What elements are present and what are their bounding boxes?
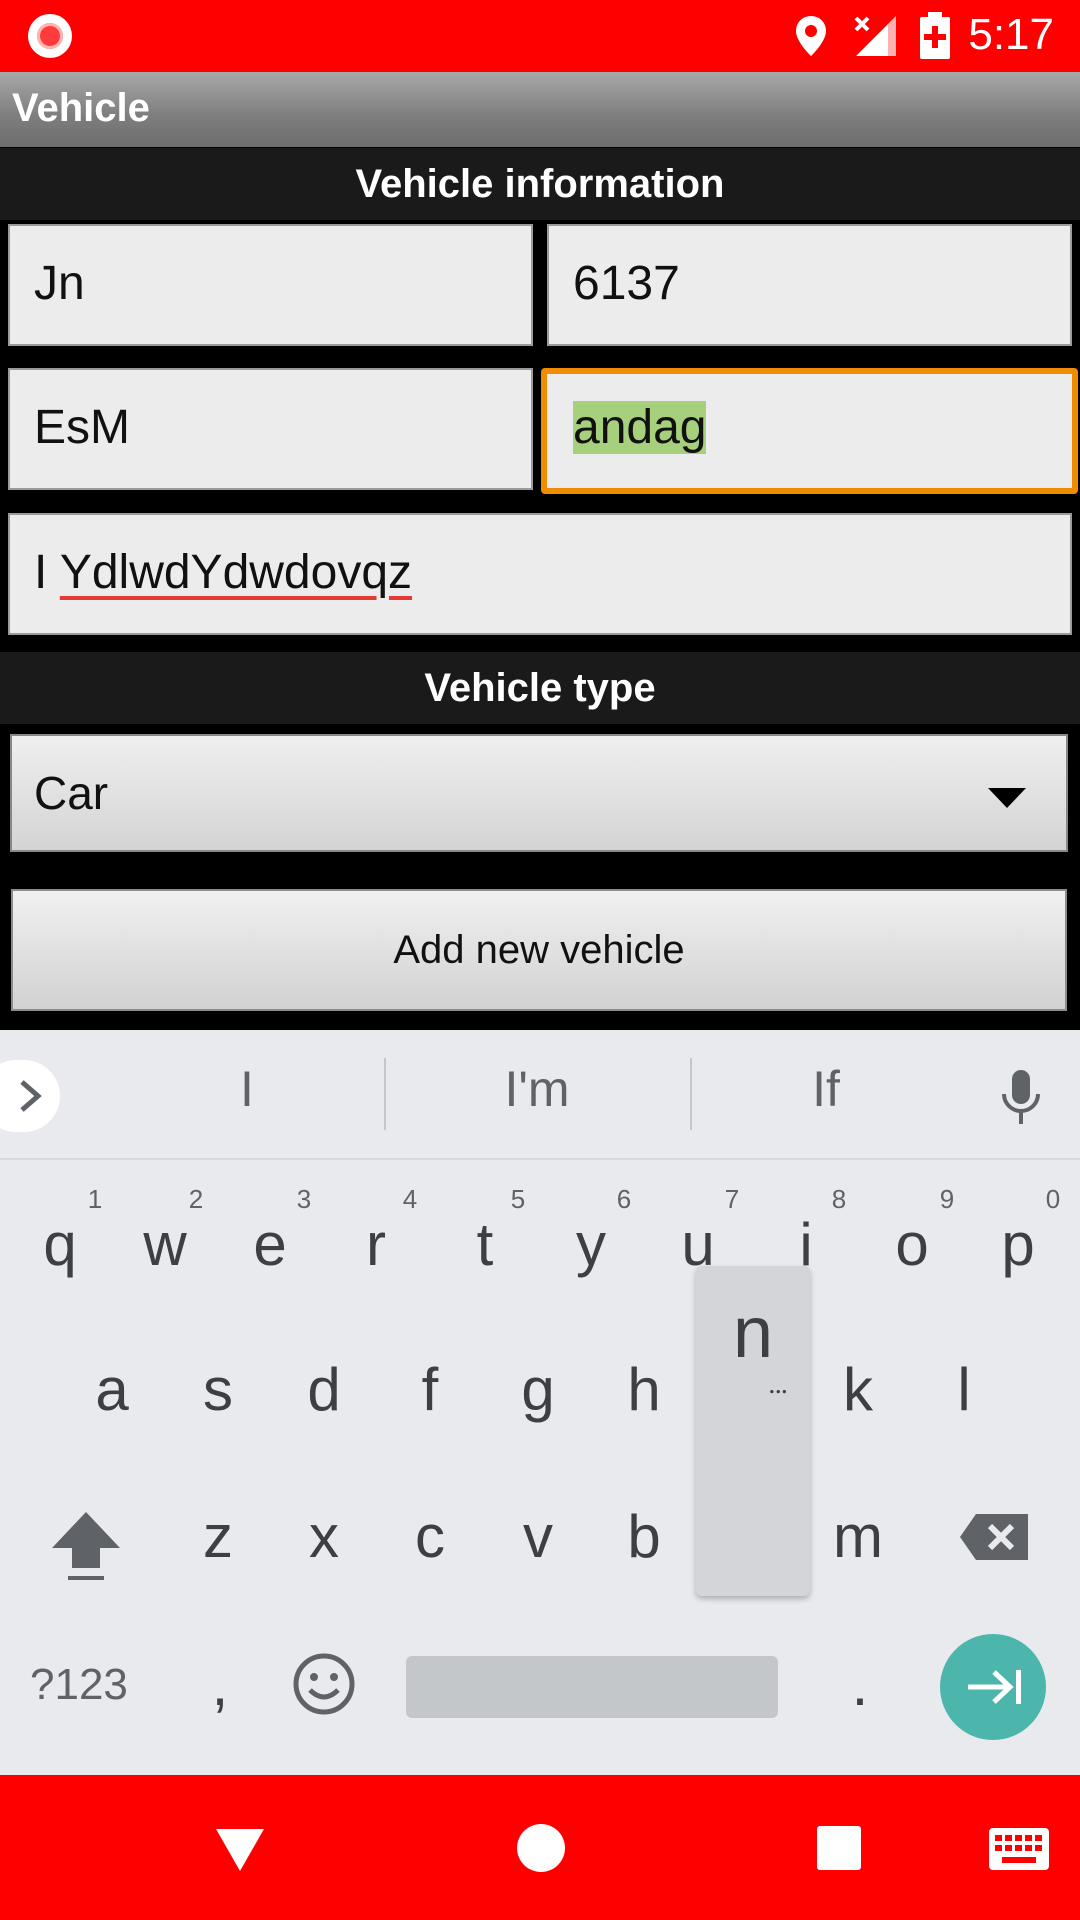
suggestion-3[interactable]: If <box>796 1060 856 1118</box>
text-field-3[interactable]: EsM <box>8 368 533 490</box>
key-p[interactable]: p <box>978 1210 1058 1279</box>
key-hint-3: 3 <box>296 1184 312 1214</box>
key-q[interactable]: q <box>20 1210 100 1279</box>
key-e[interactable]: e <box>230 1210 310 1279</box>
suggestion-1[interactable]: I <box>230 1060 264 1118</box>
key-d[interactable]: d <box>284 1355 364 1424</box>
key-preview-letter: n <box>732 1293 774 1373</box>
key-hint-9: 9 <box>939 1184 955 1214</box>
field-4-selected-value: andag <box>573 401 707 454</box>
key-m[interactable]: m <box>818 1502 898 1571</box>
battery-charging-icon <box>918 12 952 60</box>
suggestion-2[interactable]: I'm <box>480 1060 594 1118</box>
signal-icon <box>852 14 900 58</box>
dropdown-arrow-icon <box>988 788 1026 808</box>
text-field-2[interactable]: 6137 <box>547 224 1072 346</box>
page-title: Vehicle <box>12 86 150 130</box>
navigation-bar <box>0 1775 1080 1920</box>
period-key[interactable]: . <box>820 1650 900 1719</box>
key-w[interactable]: w <box>125 1210 205 1279</box>
key-hint-8: 8 <box>831 1184 847 1214</box>
comma-key[interactable]: , <box>180 1650 260 1719</box>
key-z[interactable]: z <box>178 1502 258 1571</box>
smiley-icon <box>293 1653 355 1715</box>
field-2-value: 6137 <box>573 257 680 310</box>
microphone-icon[interactable] <box>996 1068 1046 1132</box>
keyboard-switch-icon[interactable] <box>988 1827 1050 1875</box>
key-r[interactable]: r <box>336 1210 416 1279</box>
add-vehicle-button[interactable]: Add new vehicle <box>11 889 1067 1011</box>
key-g[interactable]: g <box>498 1355 578 1424</box>
key-hint-0: 0 <box>1045 1184 1061 1214</box>
suggestion-divider <box>690 1058 692 1130</box>
key-preview-more: … <box>768 1366 789 1401</box>
field-1-value: Jn <box>34 257 85 310</box>
text-field-5[interactable]: I YdlwdYdwdovqz <box>8 513 1072 635</box>
backspace-key[interactable] <box>958 1512 1030 1566</box>
app-title-bar: Vehicle <box>0 72 1080 147</box>
key-t[interactable]: t <box>445 1210 525 1279</box>
key-y[interactable]: y <box>551 1210 631 1279</box>
key-hint-6: 6 <box>616 1184 632 1214</box>
key-v[interactable]: v <box>498 1502 578 1571</box>
key-hint-4: 4 <box>402 1184 418 1214</box>
backspace-icon <box>960 1514 1028 1560</box>
key-x[interactable]: x <box>284 1502 364 1571</box>
screen-record-icon <box>28 14 72 58</box>
key-o[interactable]: o <box>872 1210 952 1279</box>
vehicle-type-dropdown[interactable]: Car <box>10 734 1068 852</box>
recents-icon[interactable] <box>816 1825 862 1875</box>
shift-arrow-icon <box>52 1512 120 1580</box>
key-k[interactable]: k <box>818 1355 898 1424</box>
shift-key[interactable] <box>48 1508 124 1588</box>
field-5-misspelled: YdlwdYdwdovqz <box>59 546 413 599</box>
key-hint-2: 2 <box>188 1184 204 1214</box>
key-f[interactable]: f <box>390 1355 470 1424</box>
key-hint-1: 1 <box>87 1184 103 1214</box>
field-3-value: EsM <box>34 401 130 454</box>
vehicle-type-selected: Car <box>34 767 109 819</box>
field-5-prefix: I <box>34 546 60 599</box>
location-icon <box>793 14 829 58</box>
suggestion-divider <box>384 1058 386 1130</box>
text-field-4[interactable]: andag <box>541 368 1078 494</box>
status-bar: 5:17 <box>0 0 1080 72</box>
home-icon[interactable] <box>516 1823 566 1877</box>
vehicle-type-header: Vehicle type <box>0 652 1080 724</box>
space-bar[interactable] <box>406 1656 778 1718</box>
key-hint-5: 5 <box>510 1184 526 1214</box>
key-s[interactable]: s <box>178 1355 258 1424</box>
tab-next-icon <box>968 1670 1021 1704</box>
key-b[interactable]: b <box>604 1502 684 1571</box>
emoji-key[interactable] <box>292 1652 356 1720</box>
back-icon[interactable] <box>214 1827 266 1877</box>
key-hint-7: 7 <box>724 1184 740 1214</box>
status-time: 5:17 <box>968 10 1054 59</box>
key-preview-popup: n … <box>696 1266 810 1596</box>
chevron-right-icon <box>20 1080 42 1112</box>
text-field-1[interactable]: Jn <box>8 224 533 346</box>
symbols-key[interactable]: ?123 <box>30 1660 128 1710</box>
vehicle-info-header: Vehicle information <box>0 148 1080 220</box>
key-a[interactable]: a <box>72 1355 152 1424</box>
key-h[interactable]: h <box>604 1355 684 1424</box>
key-c[interactable]: c <box>390 1502 470 1571</box>
next-field-key[interactable] <box>940 1634 1046 1740</box>
key-l[interactable]: l <box>924 1355 1004 1424</box>
